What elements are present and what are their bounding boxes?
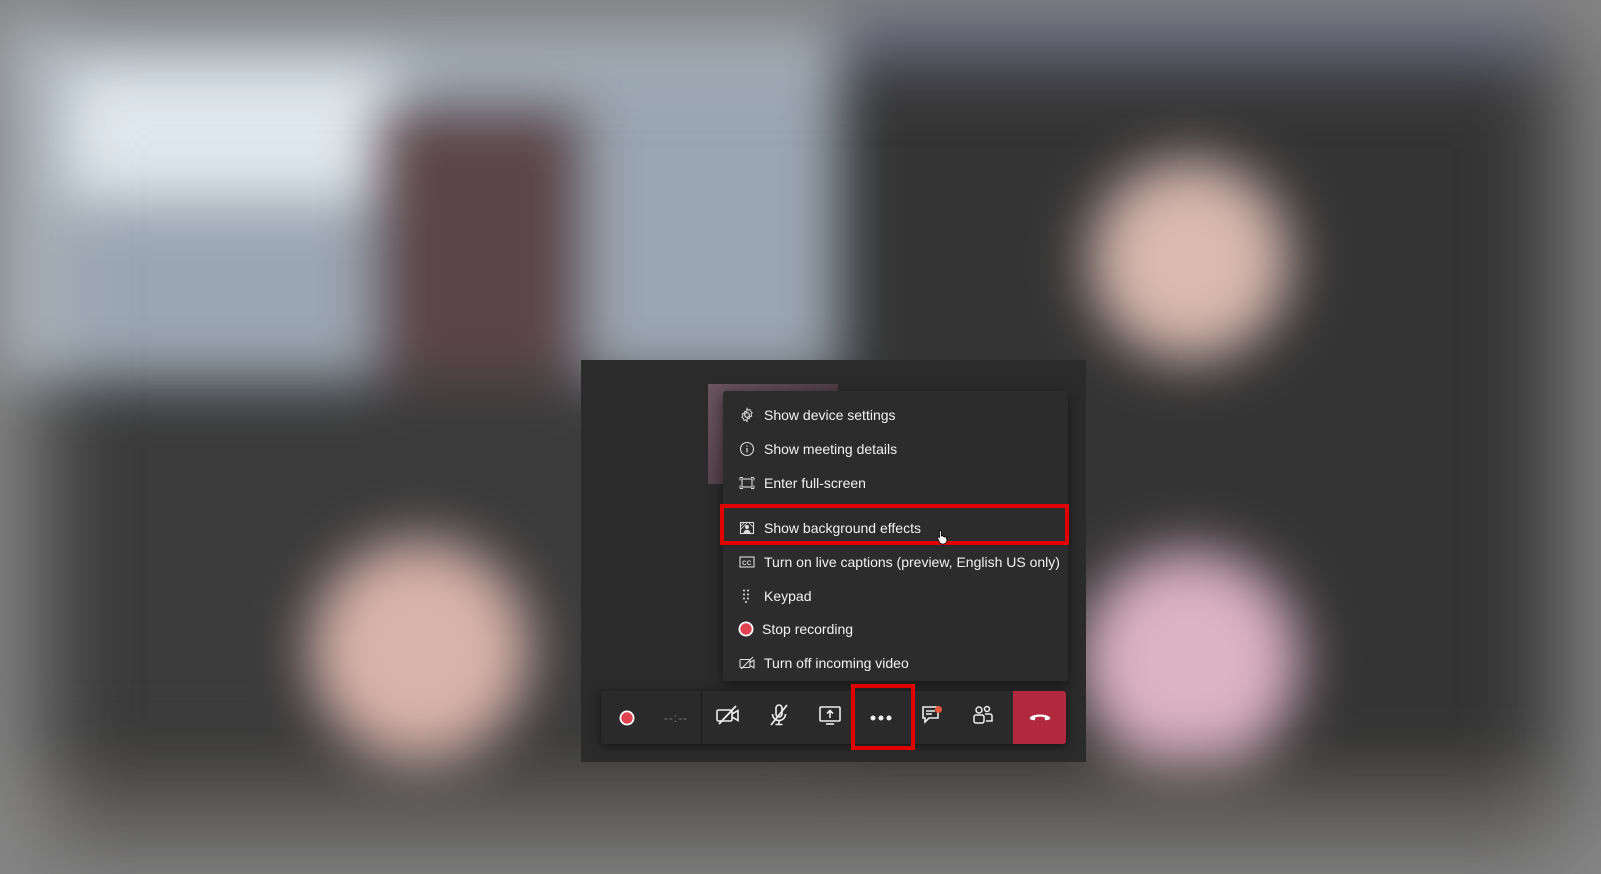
fullscreen-icon: [738, 474, 756, 492]
camera-off-icon: [715, 705, 740, 730]
menu-item-keypad[interactable]: Keypad: [723, 581, 1068, 611]
more-actions-menu: Show device settings Show meeting detail…: [723, 391, 1068, 681]
record-icon: [737, 620, 755, 638]
participants-button[interactable]: [957, 691, 1008, 744]
menu-item-label: Show background effects: [764, 520, 921, 536]
menu-item-label: Turn on live captions (preview, English …: [764, 554, 1060, 570]
menu-item-background-effects[interactable]: Show background effects: [723, 513, 1068, 543]
menu-item-label: Show device settings: [764, 407, 896, 423]
mic-off-icon: [768, 703, 790, 732]
more-icon: [869, 709, 893, 727]
share-screen-icon: [818, 704, 842, 731]
svg-text:CC: CC: [742, 560, 752, 567]
hang-up-button[interactable]: [1013, 691, 1066, 744]
phone-hang-up-icon: [1028, 709, 1052, 727]
menu-item-label: Stop recording: [762, 621, 854, 637]
camera-toggle-button[interactable]: [702, 691, 753, 744]
share-screen-button[interactable]: [804, 691, 855, 744]
more-actions-button[interactable]: [855, 691, 906, 744]
background-effects-icon: [738, 519, 756, 537]
info-icon: [738, 440, 756, 458]
menu-item-incoming-video[interactable]: Turn off incoming video: [723, 648, 1068, 678]
menu-item-meeting-details[interactable]: Show meeting details: [723, 434, 1068, 464]
menu-item-label: Keypad: [764, 588, 812, 604]
menu-item-label: Show meeting details: [764, 441, 898, 457]
cc-icon: CC: [738, 553, 756, 571]
menu-item-fullscreen[interactable]: Enter full-screen: [723, 468, 1068, 498]
menu-item-device-settings[interactable]: Show device settings: [723, 400, 1068, 430]
menu-item-stop-recording[interactable]: Stop recording: [723, 614, 1068, 644]
menu-item-live-captions[interactable]: CC Turn on live captions (preview, Engli…: [723, 547, 1068, 577]
notification-dot: [935, 706, 942, 713]
video-off-icon: [738, 654, 756, 672]
recording-indicator[interactable]: [601, 691, 652, 744]
gear-icon: [738, 406, 756, 424]
call-timer: --:--: [663, 710, 689, 725]
menu-item-label: Turn off incoming video: [764, 655, 909, 671]
chat-button[interactable]: [906, 691, 957, 744]
hand-cursor-icon: [936, 529, 950, 550]
participants-icon: [971, 704, 995, 731]
call-control-bar: --:--: [601, 691, 1066, 744]
mic-toggle-button[interactable]: [753, 691, 804, 744]
keypad-icon: [738, 587, 756, 605]
menu-item-label: Enter full-screen: [764, 475, 866, 491]
